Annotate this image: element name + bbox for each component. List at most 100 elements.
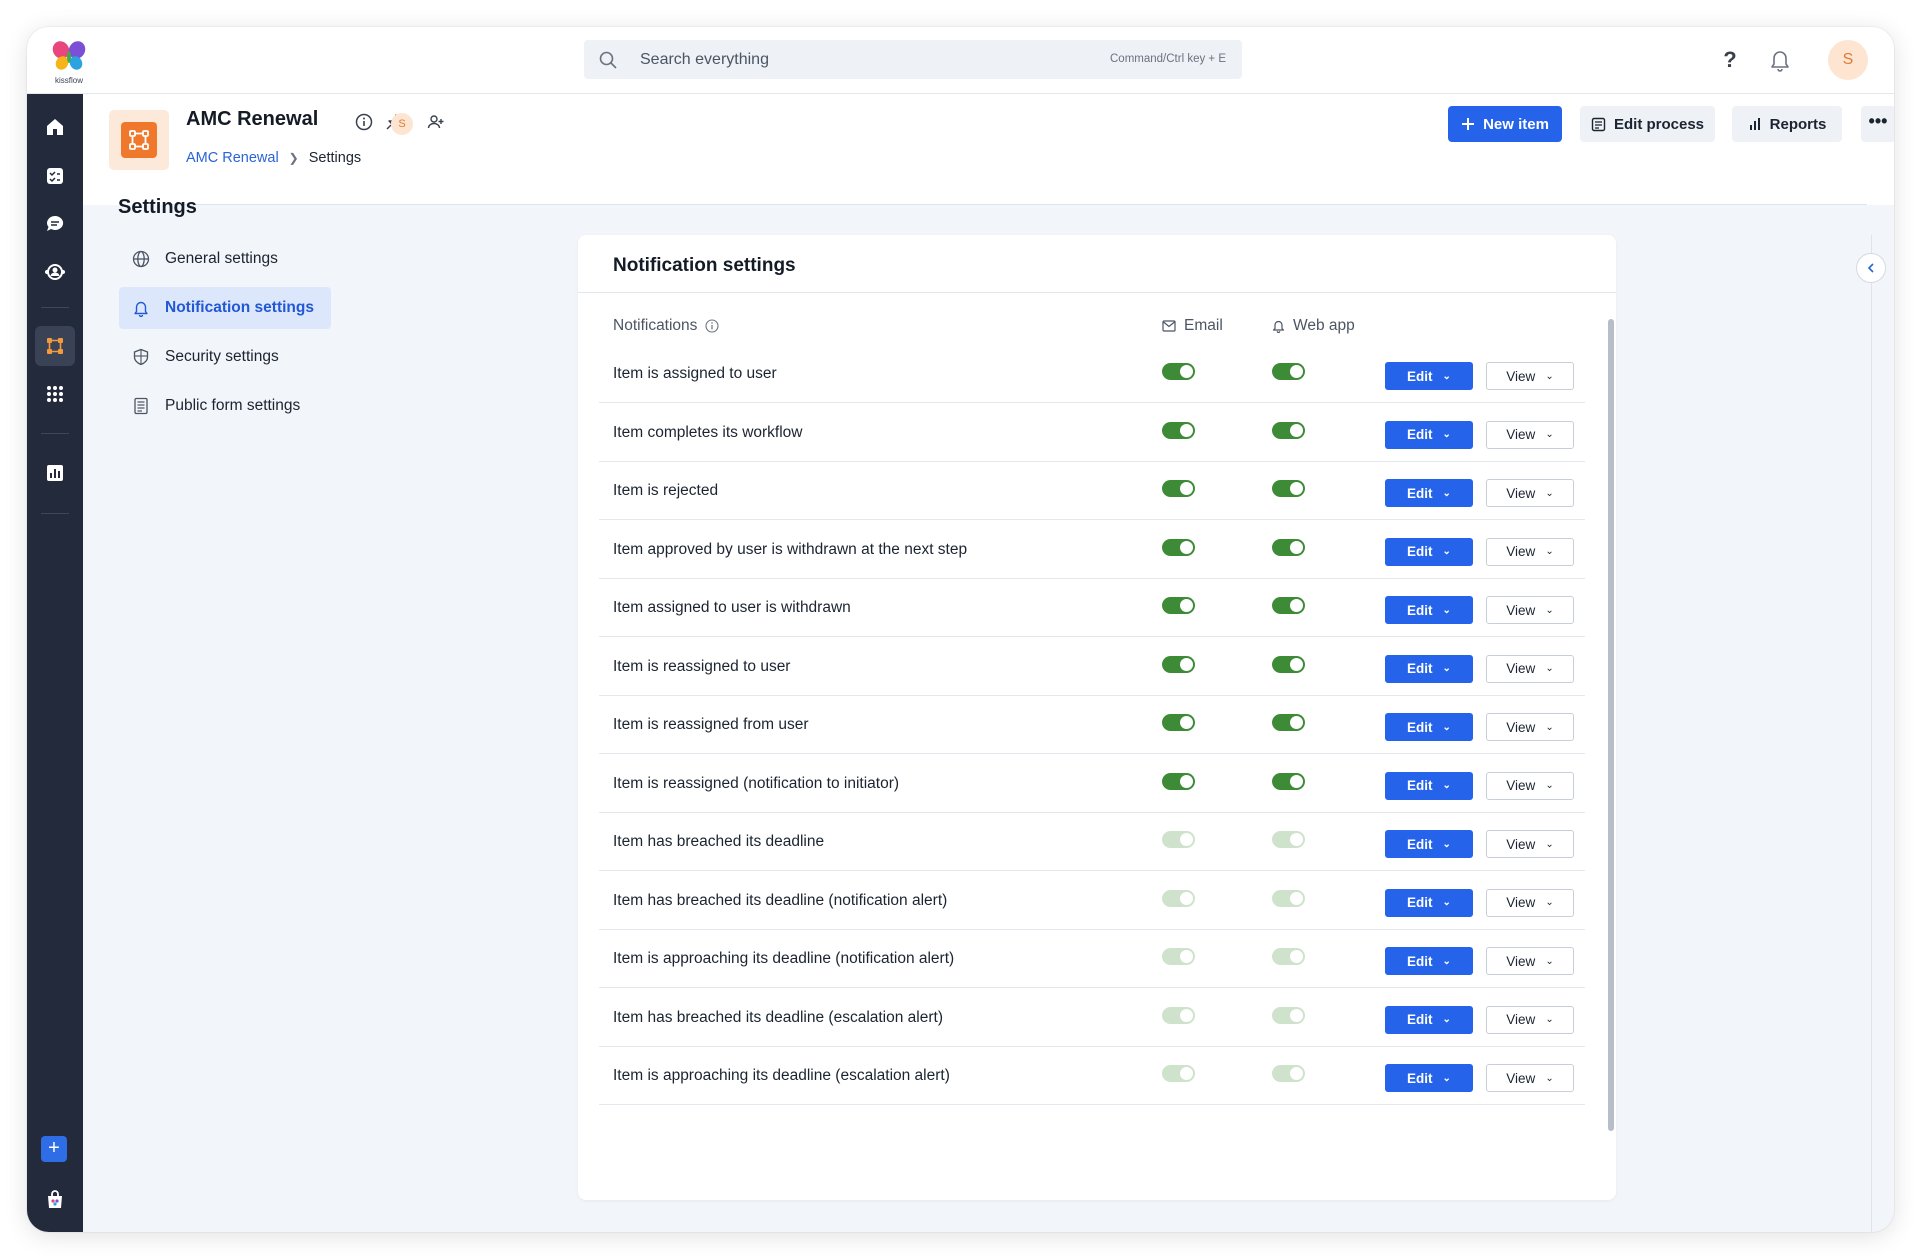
breadcrumb-link[interactable]: AMC Renewal xyxy=(186,150,279,166)
edit-dropdown-button[interactable]: Edit ⌄ xyxy=(1385,420,1473,449)
nav-public-form-settings[interactable]: Public form settings xyxy=(119,385,331,427)
webapp-toggle[interactable] xyxy=(1272,772,1305,790)
sidebar-apps[interactable] xyxy=(35,374,75,414)
view-dropdown-button[interactable]: View ⌄ xyxy=(1486,362,1574,390)
toggle-knob xyxy=(1290,891,1303,905)
nav-general-settings[interactable]: General settings xyxy=(119,238,331,280)
notification-label: Item is approaching its deadline (notifi… xyxy=(613,950,955,967)
more-options-button[interactable]: ••• xyxy=(1861,106,1894,142)
webapp-toggle[interactable] xyxy=(1272,597,1305,614)
collapse-panel-button[interactable] xyxy=(1856,253,1886,283)
app-window: kissflow Search everything Command/Ctrl … xyxy=(27,27,1894,1232)
webapp-toggle[interactable] xyxy=(1272,889,1305,907)
webapp-toggle[interactable] xyxy=(1272,831,1305,848)
chevron-down-icon: ⌄ xyxy=(1442,604,1451,616)
new-item-button[interactable]: New item xyxy=(1448,106,1562,142)
webapp-toggle[interactable] xyxy=(1272,363,1305,380)
edit-dropdown-button[interactable]: Edit ⌄ xyxy=(1385,888,1473,917)
edit-dropdown-button[interactable]: Edit ⌄ xyxy=(1385,947,1473,975)
edit-dropdown-button[interactable]: Edit ⌄ xyxy=(1385,362,1473,390)
webapp-toggle[interactable] xyxy=(1272,538,1305,556)
email-toggle[interactable] xyxy=(1162,421,1195,439)
info-icon[interactable] xyxy=(705,319,719,333)
form-icon xyxy=(131,396,151,416)
webapp-toggle[interactable] xyxy=(1272,421,1305,439)
edit-dropdown-button[interactable]: Edit ⌄ xyxy=(1385,1064,1473,1092)
reports-button[interactable]: Reports xyxy=(1732,106,1842,142)
edit-label: Edit xyxy=(1407,953,1433,969)
edit-dropdown-button[interactable]: Edit ⌄ xyxy=(1385,830,1473,858)
edit-dropdown-button[interactable]: Edit ⌄ xyxy=(1385,596,1473,624)
edit-dropdown-button[interactable]: Edit ⌄ xyxy=(1385,1005,1473,1034)
email-toggle[interactable] xyxy=(1162,597,1195,614)
view-dropdown-button[interactable]: View ⌄ xyxy=(1486,888,1574,917)
notification-label: Item is approaching its deadline (escala… xyxy=(613,1067,950,1084)
view-dropdown-button[interactable]: View ⌄ xyxy=(1486,420,1574,449)
edit-dropdown-button[interactable]: Edit ⌄ xyxy=(1385,654,1473,683)
chevron-down-icon: ⌄ xyxy=(1545,663,1554,674)
view-dropdown-button[interactable]: View ⌄ xyxy=(1486,596,1574,624)
view-dropdown-button[interactable]: View ⌄ xyxy=(1486,537,1574,566)
view-dropdown-button[interactable]: View ⌄ xyxy=(1486,654,1574,683)
create-new-button[interactable]: + xyxy=(41,1136,67,1162)
chevron-down-icon: ⌄ xyxy=(1545,429,1554,440)
edit-dropdown-button[interactable]: Edit ⌄ xyxy=(1385,479,1473,507)
view-dropdown-button[interactable]: View ⌄ xyxy=(1486,947,1574,975)
edit-dropdown-button[interactable]: Edit ⌄ xyxy=(1385,537,1473,566)
sidebar-community[interactable] xyxy=(35,252,75,292)
breadcrumb: AMC Renewal ❯ Settings xyxy=(186,150,361,166)
view-dropdown-button[interactable]: View ⌄ xyxy=(1486,1064,1574,1092)
email-toggle[interactable] xyxy=(1162,363,1195,380)
view-dropdown-button[interactable]: View ⌄ xyxy=(1486,1005,1574,1034)
sidebar-home[interactable] xyxy=(35,107,75,147)
nav-notification-settings[interactable]: Notification settings xyxy=(119,287,331,329)
toggle-knob xyxy=(1180,599,1193,612)
email-toggle[interactable] xyxy=(1162,480,1195,497)
info-icon[interactable] xyxy=(353,111,375,133)
notification-label: Item has breached its deadline (notifica… xyxy=(613,891,948,909)
email-toggle[interactable] xyxy=(1162,538,1195,556)
webapp-toggle[interactable] xyxy=(1272,655,1305,673)
email-toggle[interactable] xyxy=(1162,1065,1195,1082)
webapp-toggle[interactable] xyxy=(1272,1065,1305,1082)
toggle-knob xyxy=(1180,716,1193,729)
webapp-toggle[interactable] xyxy=(1272,714,1305,731)
edit-dropdown-button[interactable]: Edit ⌄ xyxy=(1385,771,1473,800)
email-toggle[interactable] xyxy=(1162,714,1195,731)
notification-bell-icon[interactable] xyxy=(1768,47,1792,73)
user-avatar[interactable]: S xyxy=(1828,40,1868,80)
help-icon[interactable]: ? xyxy=(1716,46,1744,74)
col-webapp-label: Web app xyxy=(1293,317,1355,334)
edit-process-button[interactable]: Edit process xyxy=(1580,106,1715,142)
view-dropdown-button[interactable]: View ⌄ xyxy=(1486,479,1574,507)
view-dropdown-button[interactable]: View ⌄ xyxy=(1486,771,1574,800)
sidebar-marketplace[interactable] xyxy=(35,1179,75,1219)
email-toggle[interactable] xyxy=(1162,1006,1195,1024)
view-dropdown-button[interactable]: View ⌄ xyxy=(1486,713,1574,741)
apps-grid-icon xyxy=(47,386,63,402)
nav-security-settings[interactable]: Security settings xyxy=(119,336,331,378)
owner-avatar[interactable]: S xyxy=(391,113,413,135)
add-user-icon[interactable] xyxy=(425,111,447,133)
table-header: Notifications Email Web app xyxy=(613,317,1583,343)
webapp-toggle[interactable] xyxy=(1272,948,1305,965)
toggle-knob xyxy=(1180,423,1193,437)
table-row: Item is rejected Edit ⌄ View ⌄ xyxy=(599,462,1585,520)
table-row: Item approved by user is withdrawn at th… xyxy=(599,521,1585,579)
panel-scrollbar[interactable] xyxy=(1608,319,1614,1131)
view-dropdown-button[interactable]: View ⌄ xyxy=(1486,830,1574,858)
edit-dropdown-button[interactable]: Edit ⌄ xyxy=(1385,713,1473,741)
kissflow-logo[interactable]: kissflow xyxy=(49,38,89,85)
search-bar[interactable]: Search everything Command/Ctrl key + E xyxy=(584,40,1242,79)
sidebar-analytics[interactable] xyxy=(35,453,75,493)
webapp-toggle[interactable] xyxy=(1272,1006,1305,1024)
sidebar-chat[interactable] xyxy=(35,204,75,244)
webapp-toggle[interactable] xyxy=(1272,480,1305,497)
sidebar-process[interactable] xyxy=(35,326,75,366)
email-toggle[interactable] xyxy=(1162,772,1195,790)
email-toggle[interactable] xyxy=(1162,655,1195,673)
email-toggle[interactable] xyxy=(1162,831,1195,848)
email-toggle[interactable] xyxy=(1162,948,1195,965)
sidebar-tasks[interactable] xyxy=(35,156,75,196)
email-toggle[interactable] xyxy=(1162,889,1195,907)
